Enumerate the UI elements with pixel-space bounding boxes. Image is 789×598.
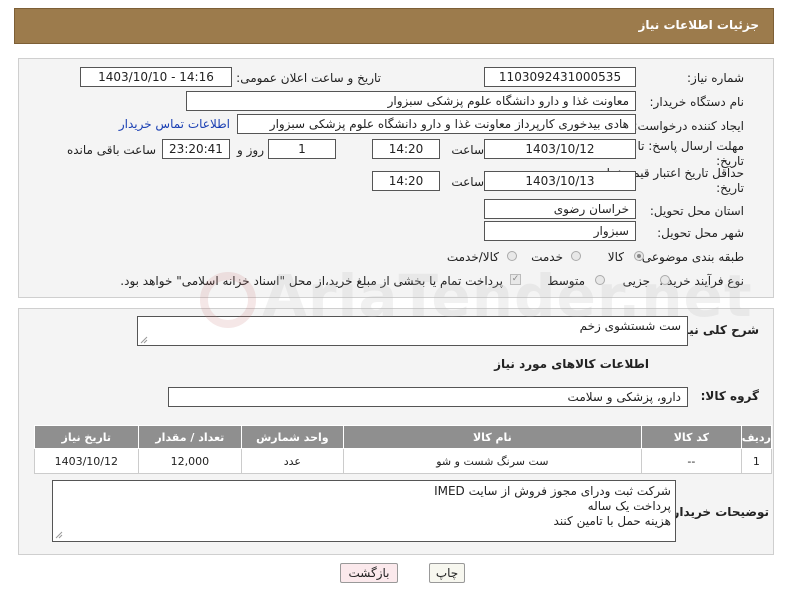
deadline-time-field: 14:20 [372,139,440,159]
resize-grip-icon[interactable] [140,336,148,344]
cell-item-name: ست سرنگ شست و شو [342,448,643,474]
cell-row-number: 1 [740,448,773,474]
back-button[interactable]: بازگشت [340,563,398,583]
col-item-code: کد کالا [641,425,742,449]
process-label: نوع فرآیند خرید : [659,274,744,288]
goods-section-title: اطلاعات کالاهای مورد نیاز [494,357,649,371]
buyer-notes-field: شرکت ثبت ودرای مجوز فروش از سایت IMED پر… [52,480,676,542]
announce-field: 1403/10/10 - 14:16 [80,67,232,87]
buyer-org-field: معاونت غذا و دارو دانشگاه علوم پزشکی سبز… [186,91,636,111]
category-radio-both[interactable] [507,251,517,261]
payment-note: پرداخت تمام یا بخشی از مبلغ خرید،از محل … [120,274,503,288]
goods-group-field: دارو، پزشکی و سلامت [168,387,688,407]
process-radio-minor[interactable] [660,275,670,285]
validity-date-field: 1403/10/13 [484,171,636,191]
city-label: شهر محل تحویل: [657,226,744,240]
contact-buyer-link[interactable]: اطلاعات تماس خریدار [119,117,230,131]
deadline-time-label: ساعت [451,143,484,157]
buyer-org-label: نام دستگاه خریدار: [649,95,745,109]
table-header-row: ردیف کد کالا نام کالا واحد شمارش تعداد /… [34,425,773,449]
print-button[interactable]: چاپ [429,563,465,583]
creator-field: هادی بیدخوری کارپرداز معاونت غذا و دارو … [237,114,636,134]
category-option-service: خدمت [531,250,563,264]
col-item-name: نام کالا [342,425,643,449]
buyer-notes-line-2: پرداخت یک ساله [587,499,671,513]
need-number-field: 1103092431000535 [484,67,636,87]
summary-field: ست شستشوی زخم [137,316,688,346]
goods-table: ردیف کد کالا نام کالا واحد شمارش تعداد /… [34,425,773,474]
col-row-number: ردیف [740,425,773,449]
category-radio-service[interactable] [571,251,581,261]
payment-checkbox[interactable]: ✓ [510,274,521,285]
deadline-date-field: 1403/10/12 [484,139,636,159]
cell-need-date: 1403/10/12 [34,448,139,474]
process-option-minor: جزیی [622,274,650,288]
announce-label: تاریخ و ساعت اعلان عمومی: [236,71,381,85]
col-unit: واحد شمارش [241,425,344,449]
days-field: 1 [268,139,336,159]
buyer-notes-label: توضیحات خریدار: [667,505,769,519]
category-radio-goods[interactable] [634,251,644,261]
category-option-both: کالا/خدمت [446,250,499,264]
process-option-medium: متوسط [547,274,585,288]
resize-grip-icon[interactable] [55,531,63,539]
col-need-date: تاریخ نیاز [34,425,139,449]
remaining-label: ساعت باقی مانده [66,143,156,157]
category-option-goods: کالا [607,250,624,264]
col-quantity: تعداد / مقدار [137,425,243,449]
validity-time-field: 14:20 [372,171,440,191]
province-field: خراسان رضوی [484,199,636,219]
validity-time-label: ساعت [451,175,484,189]
cell-item-code: -- [641,448,742,474]
page-title: جزئیات اطلاعات نیاز [638,18,759,32]
process-radio-medium[interactable] [595,275,605,285]
goods-group-label: گروه کالا: [700,389,759,403]
category-label: طبقه بندی موضوعی: [637,250,744,264]
table-row: 1 -- ست سرنگ شست و شو عدد 12,000 1403/10… [34,448,773,474]
cell-quantity: 12,000 [137,448,243,474]
remaining-time-field: 23:20:41 [162,139,230,159]
creator-label: ایجاد کننده درخواست: [633,119,744,133]
days-label: روز و [237,143,264,157]
cell-unit: عدد [241,448,344,474]
page-title-bar: جزئیات اطلاعات نیاز [14,8,774,44]
city-field: سبزوار [484,221,636,241]
buyer-notes-line-1: شرکت ثبت ودرای مجوز فروش از سایت IMED [434,484,671,498]
province-label: استان محل تحویل: [649,204,744,218]
need-number-label: شماره نیاز: [687,71,744,85]
buyer-notes-line-3: هزینه حمل با تامین کنند [553,514,671,528]
